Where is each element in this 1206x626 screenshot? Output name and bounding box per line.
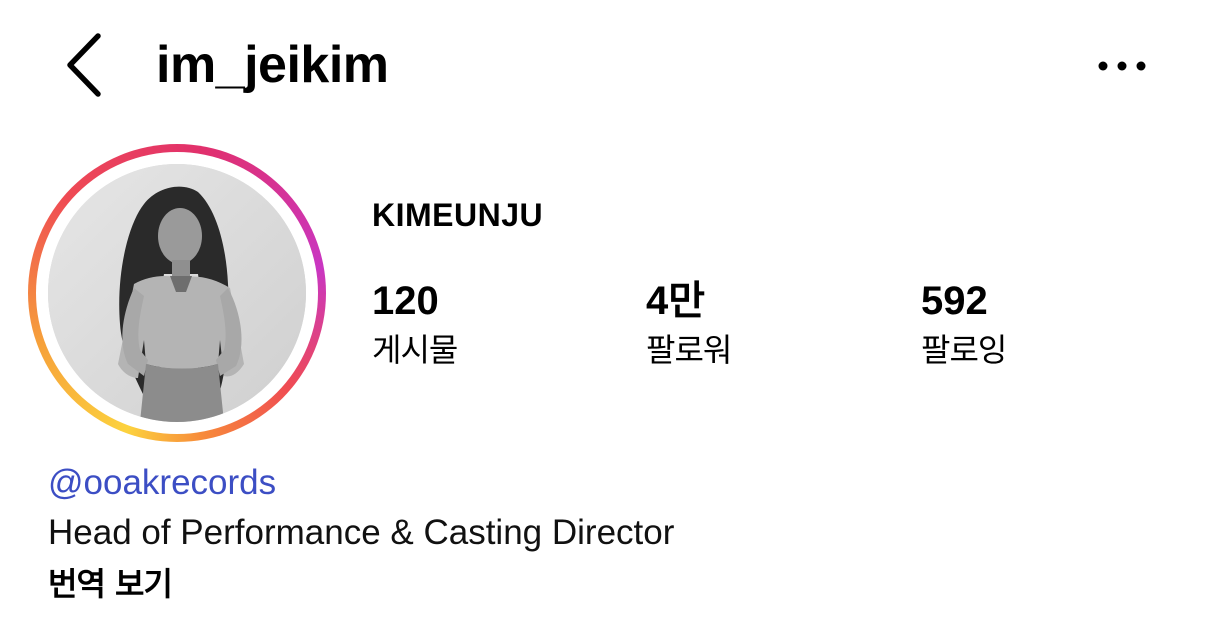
- stat-count: 120: [372, 279, 439, 323]
- display-name: KIMEUNJU: [372, 197, 544, 233]
- stat-label: 팔로워: [646, 331, 732, 369]
- stat-count: 4만: [646, 279, 706, 323]
- story-ring-gap: [36, 152, 318, 434]
- more-options-button[interactable]: [1090, 44, 1154, 88]
- profile-avatar: [48, 164, 306, 422]
- stat-count: 592: [921, 279, 988, 323]
- profile-header: im_jeikim: [0, 0, 1206, 130]
- profile-username: im_jeikim: [156, 36, 389, 94]
- stat-followers[interactable]: 4만 팔로워: [646, 276, 732, 374]
- bio-mention-link[interactable]: @ooakrecords: [48, 459, 276, 507]
- chevron-left-icon: [67, 33, 101, 97]
- stat-label: 팔로잉: [921, 331, 1007, 369]
- story-ring[interactable]: [28, 144, 326, 442]
- more-horizontal-icon: [1098, 61, 1146, 71]
- stat-following[interactable]: 592 팔로잉: [921, 276, 1007, 374]
- back-button[interactable]: [52, 28, 116, 102]
- stat-posts[interactable]: 120 게시물: [372, 276, 458, 374]
- profile-photo: [48, 164, 306, 422]
- bio-text: Head of Performance & Casting Director: [48, 513, 675, 552]
- see-translation-link[interactable]: 번역 보기: [48, 560, 173, 608]
- stat-label: 게시물: [372, 331, 458, 369]
